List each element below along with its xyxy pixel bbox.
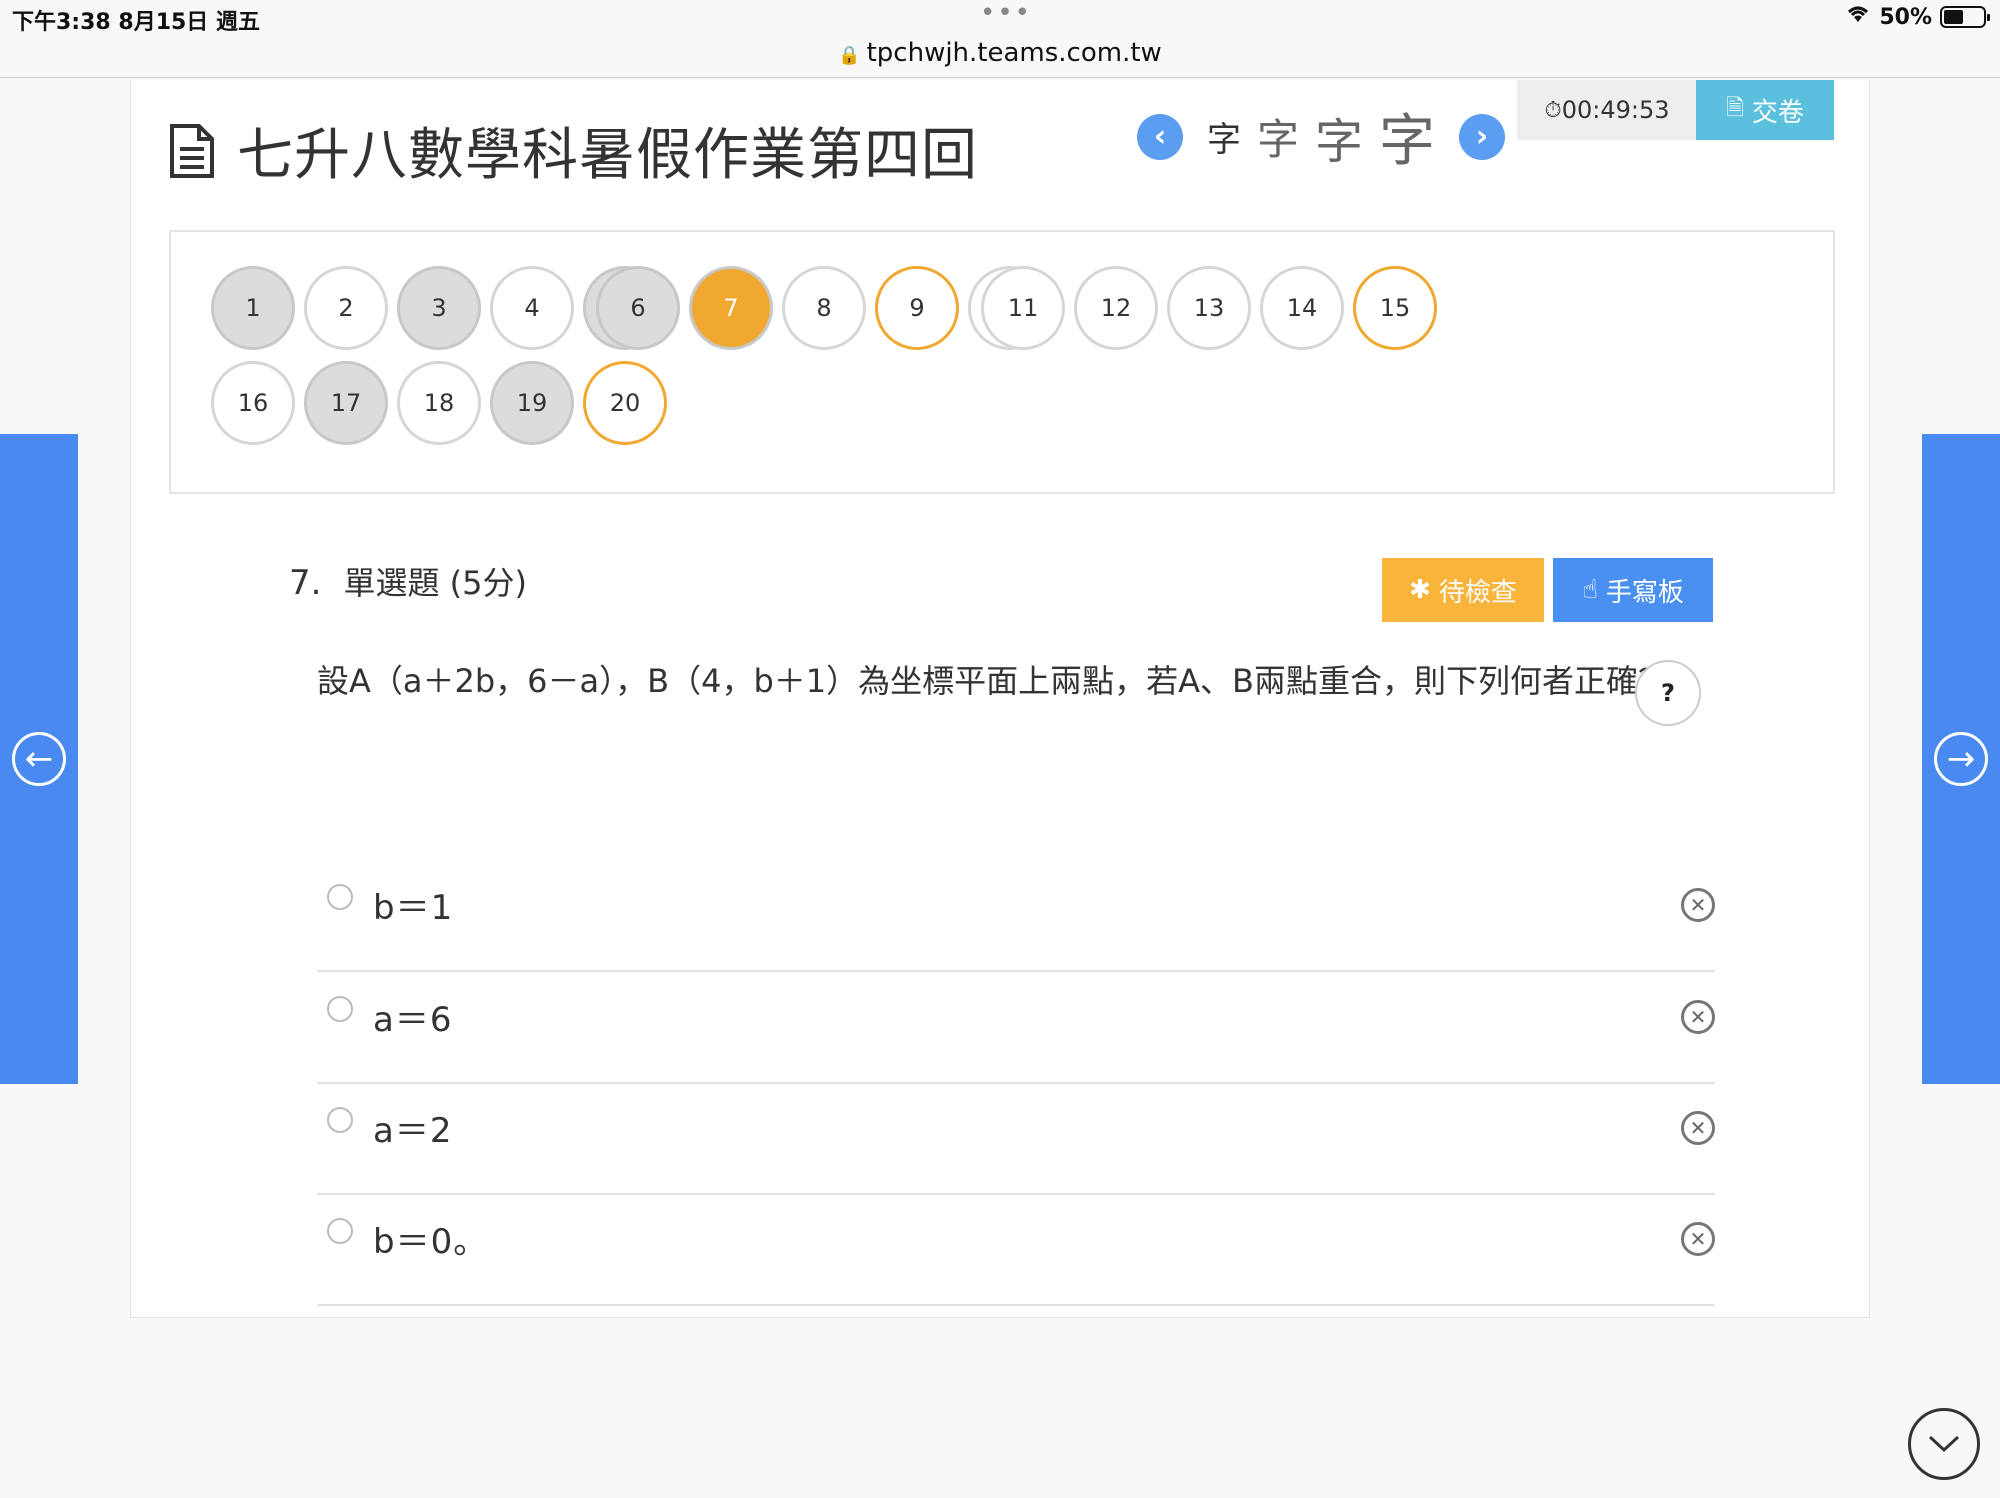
timer-value: 00:49:53 xyxy=(1561,96,1670,124)
bug-icon: ✱ xyxy=(1409,575,1431,605)
font-size-3[interactable]: 字 xyxy=(1315,102,1363,172)
question-type: 單選題 (5分) xyxy=(343,564,527,602)
font-size-1[interactable]: 字 xyxy=(1207,112,1241,161)
option-row[interactable]: a＝6 ✕ xyxy=(317,972,1715,1084)
submit-exam-button[interactable]: 🗎 交卷 xyxy=(1696,80,1834,140)
font-size-2[interactable]: 字 xyxy=(1257,106,1299,167)
question-nav-20[interactable]: 20 xyxy=(583,361,667,445)
scroll-down-button[interactable] xyxy=(1908,1408,1980,1480)
question-text: 設A（a＋2b，6－a），B（4，b＋1）為坐標平面上兩點，若A、B兩點重合，則… xyxy=(317,662,1670,700)
question-nav-6[interactable]: 6 xyxy=(596,266,680,350)
next-question-sidebar[interactable]: → xyxy=(1922,434,2000,1084)
chevron-left-icon[interactable]: ‹ xyxy=(1137,113,1183,160)
eliminate-option-icon[interactable]: ✕ xyxy=(1681,1000,1715,1034)
chevron-down-icon xyxy=(1928,1435,1960,1453)
lock-icon: 🔒 xyxy=(838,45,861,66)
mark-for-review-button[interactable]: ✱ 待檢查 xyxy=(1382,558,1544,622)
submit-label: 交卷 xyxy=(1751,97,1804,128)
address-bar[interactable]: 🔒 tpchwjh.teams.com.tw xyxy=(0,38,2000,68)
option-text: b＝1 xyxy=(373,888,454,928)
chevron-right-icon[interactable]: › xyxy=(1459,113,1506,160)
stopwatch-icon: ⏱ xyxy=(1544,97,1562,123)
option-radio[interactable] xyxy=(327,884,353,910)
question-nav-18[interactable]: 18 xyxy=(397,361,481,445)
url-text: tpchwjh.teams.com.tw xyxy=(866,38,1162,68)
question-nav-19[interactable]: 19 xyxy=(490,361,574,445)
eliminate-option-icon[interactable]: ✕ xyxy=(1681,888,1715,922)
question-nav-8[interactable]: 8 xyxy=(782,266,866,350)
question-nav-11[interactable]: 11 xyxy=(981,266,1065,350)
question-nav-17[interactable]: 17 xyxy=(304,361,388,445)
handwrite-label: 手寫板 xyxy=(1605,577,1684,608)
status-bar: 下午3:38 8月15日 週五 ••• 50% 🔒 tpchwjh.teams.c… xyxy=(0,0,2000,78)
question-nav-3[interactable]: 3 xyxy=(397,266,481,350)
eliminate-option-icon[interactable]: ✕ xyxy=(1681,1222,1715,1256)
option-radio[interactable] xyxy=(327,1218,353,1244)
question-nav-16[interactable]: 16 xyxy=(211,361,295,445)
wifi-icon xyxy=(1845,4,1871,30)
option-row[interactable]: a＝2 ✕ xyxy=(317,1083,1715,1195)
question-nav-12[interactable]: 12 xyxy=(1074,266,1158,350)
option-radio[interactable] xyxy=(327,1107,353,1133)
question-nav-2[interactable]: 2 xyxy=(304,266,388,350)
exam-panel: 七升八數學科暑假作業第四回 ‹ 字 字 字 字 › ⏱ 00:49:53 🗎 交… xyxy=(130,80,1870,1318)
question-header: 7. 單選題 (5分) xyxy=(289,558,527,604)
option-row[interactable]: b＝1 ✕ xyxy=(317,860,1715,972)
review-label: 待檢查 xyxy=(1438,577,1517,608)
option-text: b＝0。 xyxy=(373,1222,489,1262)
question-nav-15[interactable]: 15 xyxy=(1353,266,1437,350)
option-row[interactable]: b＝0。 ✕ xyxy=(317,1194,1715,1306)
help-button[interactable]: ? xyxy=(1635,660,1701,726)
countdown-timer: ⏱ 00:49:53 xyxy=(1517,80,1697,140)
arrow-right-icon: → xyxy=(1934,732,1988,786)
submit-document-icon: 🗎 xyxy=(1726,96,1744,121)
hand-pointer-icon: ☝ xyxy=(1582,575,1598,605)
option-text: a＝6 xyxy=(373,1000,453,1040)
eliminate-option-icon[interactable]: ✕ xyxy=(1681,1111,1715,1145)
battery-icon xyxy=(1940,6,1990,28)
question-navigator: 1234567891011121314151617181920 xyxy=(169,230,1835,494)
option-radio[interactable] xyxy=(327,996,353,1022)
status-right: 50% xyxy=(1845,4,1990,30)
question-number: 7. xyxy=(289,563,322,603)
question-nav-9[interactable]: 9 xyxy=(875,266,959,350)
prev-question-sidebar[interactable]: ← xyxy=(0,434,78,1084)
exam-title: 七升八數學科暑假作業第四回 xyxy=(237,123,978,188)
question-nav-7[interactable]: 7 xyxy=(689,266,773,350)
document-icon xyxy=(170,123,214,178)
font-size-4[interactable]: 字 xyxy=(1379,96,1435,177)
handwriting-board-button[interactable]: ☝ 手寫板 xyxy=(1553,558,1713,622)
multitask-dots-icon[interactable]: ••• xyxy=(980,0,1032,28)
question-nav-1[interactable]: 1 xyxy=(211,266,295,350)
arrow-left-icon: ← xyxy=(12,732,66,786)
question-nav-13[interactable]: 13 xyxy=(1167,266,1251,350)
battery-percent: 50% xyxy=(1879,4,1932,30)
exam-title-block: 七升八數學科暑假作業第四回 xyxy=(169,110,978,191)
option-text: a＝2 xyxy=(373,1111,453,1151)
question-nav-4[interactable]: 4 xyxy=(490,266,574,350)
question-nav-14[interactable]: 14 xyxy=(1260,266,1344,350)
status-time-date: 下午3:38 8月15日 週五 xyxy=(12,10,260,35)
font-size-control: ‹ 字 字 字 字 › xyxy=(1137,96,1506,177)
